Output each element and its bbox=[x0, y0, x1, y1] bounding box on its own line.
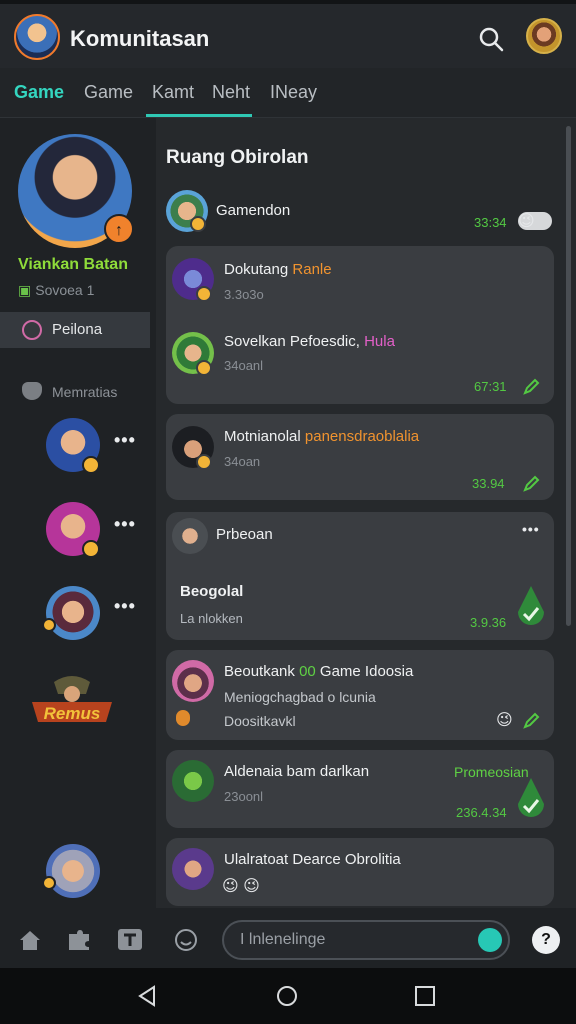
message-meta: 34oanl bbox=[224, 358, 264, 373]
home-button-icon[interactable] bbox=[276, 985, 298, 1007]
message-badge: 00 bbox=[299, 663, 316, 680]
message-author-name: Beoutkank bbox=[224, 663, 295, 680]
search-icon[interactable] bbox=[476, 24, 506, 54]
room-title: Ruang Obirolan bbox=[166, 147, 309, 168]
message-author: Motnianolal panensdraoblalia bbox=[224, 428, 419, 445]
member-avatar[interactable] bbox=[46, 586, 100, 640]
message-author: Gamendon bbox=[216, 202, 291, 219]
message-text: Beogolal bbox=[180, 583, 244, 600]
message-meta: 3.3o3o bbox=[224, 287, 264, 302]
bottom-nav bbox=[0, 910, 156, 968]
edit-icon[interactable] bbox=[522, 712, 540, 730]
tab-kamt[interactable]: Kamt bbox=[152, 82, 194, 103]
message-author: Sovelkan Pefoesdic, Hula bbox=[224, 333, 395, 350]
promo-logo-text: Remus bbox=[44, 704, 101, 723]
message-text: Meniogchagbad o lcunia bbox=[224, 689, 376, 705]
system-nav-bar bbox=[0, 968, 576, 1024]
sent-check-icon bbox=[518, 778, 544, 817]
more-options-icon[interactable]: ••• bbox=[114, 596, 136, 617]
store-icon[interactable] bbox=[116, 926, 144, 952]
coin-badge bbox=[42, 876, 56, 890]
home-icon[interactable] bbox=[18, 928, 42, 952]
promo-logo[interactable]: Remus bbox=[32, 672, 112, 732]
more-options-icon[interactable]: ••• bbox=[114, 430, 136, 451]
message-avatar[interactable] bbox=[172, 518, 208, 554]
message-time: 3.9.36 bbox=[470, 615, 507, 630]
message-avatar[interactable] bbox=[172, 848, 214, 890]
message-time: 67:31 bbox=[474, 379, 507, 394]
app-title: Komunitasan bbox=[70, 26, 210, 51]
coin-badge bbox=[196, 360, 212, 376]
member-avatar[interactable] bbox=[46, 844, 100, 898]
app-screen: Komunitasan Game Game Kamt Neht INeay ↑ … bbox=[0, 0, 576, 1024]
edit-icon[interactable] bbox=[522, 378, 540, 396]
message-author-name: Motnianolal bbox=[224, 428, 301, 445]
message-author-highlight: Hula bbox=[364, 333, 395, 350]
message-author-name: Sovelkan Pefoesdic, bbox=[224, 333, 360, 350]
message-author-highlight: panensdraoblalia bbox=[304, 428, 420, 445]
message-meta: La nlokken bbox=[180, 611, 243, 626]
controller-icon: ▣ bbox=[18, 282, 32, 298]
tab-bar: Game Game Kamt Neht INeay bbox=[0, 68, 576, 171]
coin-badge bbox=[196, 454, 212, 470]
emoji-icon[interactable] bbox=[174, 928, 198, 952]
more-options-icon[interactable]: ••• bbox=[522, 521, 540, 537]
scrollbar[interactable] bbox=[566, 126, 571, 626]
message-avatar[interactable] bbox=[172, 660, 214, 702]
members-heading: Memratias bbox=[52, 384, 118, 400]
message-avatar[interactable] bbox=[172, 760, 214, 802]
message-author-rest: Game Idoosia bbox=[319, 663, 414, 680]
tab-game-2[interactable]: Game bbox=[84, 82, 133, 103]
attach-icon[interactable] bbox=[478, 928, 502, 952]
message-meta: Doositkavkl bbox=[224, 713, 296, 729]
sent-check-icon bbox=[518, 586, 544, 625]
chat-bubble-icon bbox=[22, 320, 42, 340]
puzzle-icon[interactable] bbox=[66, 928, 92, 952]
profile-name: Viankan Batan bbox=[18, 256, 128, 273]
message-author-highlight: Ranle bbox=[292, 261, 332, 278]
message-meta: 23oonl bbox=[224, 789, 264, 804]
profile-status-text: Sovoea 1 bbox=[35, 282, 95, 298]
message-author: Prbeoan bbox=[216, 526, 273, 543]
profile-level-badge: ↑ bbox=[104, 214, 134, 244]
coin-badge bbox=[196, 286, 212, 302]
tab-ineay[interactable]: INeay bbox=[270, 82, 317, 103]
tab-neht[interactable]: Neht bbox=[212, 82, 250, 103]
user-avatar[interactable] bbox=[526, 18, 562, 54]
message-time: 236.4.34 bbox=[456, 805, 507, 820]
message-author: Beoutkank 00 Game Idoosia bbox=[224, 663, 413, 680]
emoji-reaction[interactable]: 😉 bbox=[518, 211, 535, 231]
recent-apps-icon[interactable] bbox=[414, 985, 436, 1007]
back-icon[interactable] bbox=[136, 985, 158, 1007]
top-bar: Komunitasan bbox=[0, 0, 576, 68]
edit-icon[interactable] bbox=[522, 475, 540, 493]
tab-game[interactable]: Game bbox=[14, 82, 64, 103]
message-time: 33:34 bbox=[474, 215, 507, 230]
emoji-reaction[interactable]: 😉 bbox=[496, 710, 513, 730]
coin-badge bbox=[82, 456, 100, 474]
message-author: Dokutang Ranle bbox=[224, 261, 332, 278]
emoji-reaction[interactable]: 😉 😉 bbox=[222, 876, 260, 896]
message-input[interactable]: I lnlenelinge bbox=[222, 920, 510, 960]
fire-icon bbox=[176, 710, 190, 726]
coin-badge bbox=[190, 216, 206, 232]
sidebar-item-label: Peilona bbox=[52, 321, 103, 338]
tab-underline bbox=[146, 114, 252, 117]
message-input-placeholder: I lnlenelinge bbox=[240, 931, 326, 948]
message-author: Aldenaia bam darlkan bbox=[224, 763, 370, 780]
help-button[interactable]: ? bbox=[532, 926, 560, 954]
profile-status: ▣ Sovoea 1 bbox=[18, 282, 94, 299]
message-author-name: Dokutang bbox=[224, 261, 289, 278]
coin-badge bbox=[42, 618, 56, 632]
coin-badge bbox=[82, 540, 100, 558]
message-author: Ulalratoat Dearce Obrolitia bbox=[224, 851, 401, 868]
message-time: 33.94 bbox=[472, 476, 505, 491]
more-options-icon[interactable]: ••• bbox=[114, 514, 136, 535]
app-logo bbox=[14, 14, 60, 60]
message-meta: 34oan bbox=[224, 454, 261, 469]
